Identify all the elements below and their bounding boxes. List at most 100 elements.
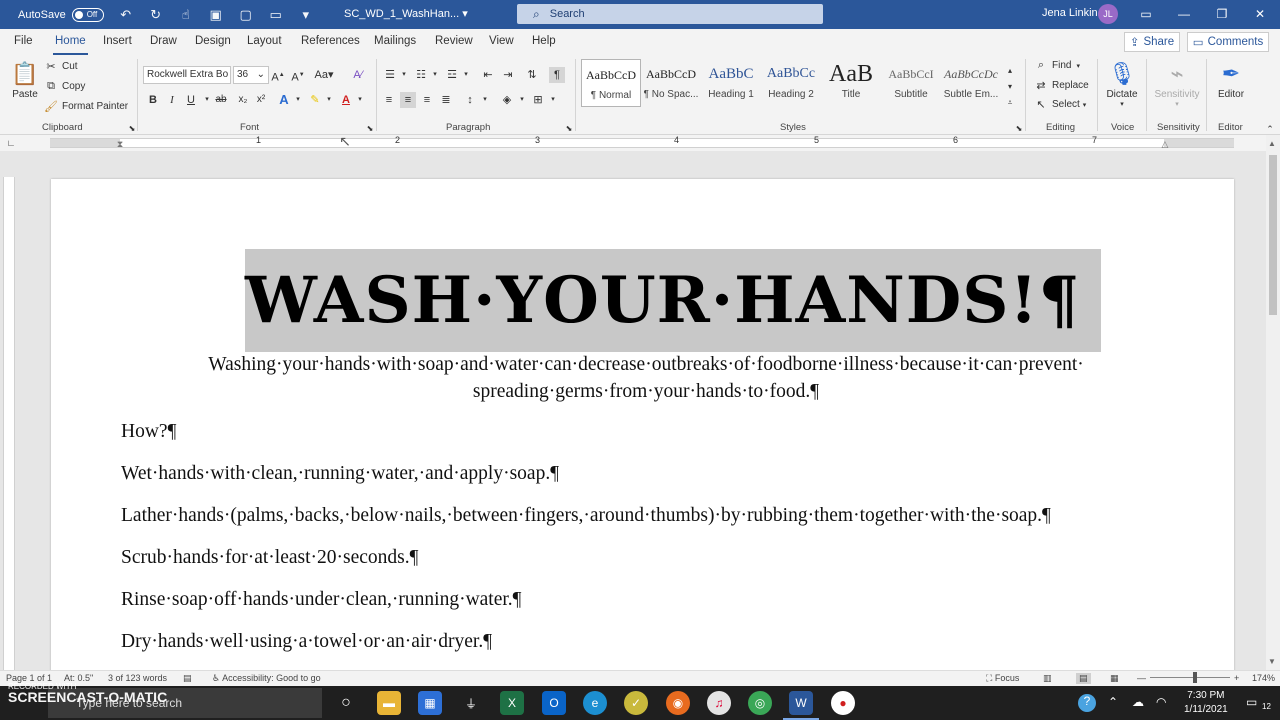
chevron-down-icon[interactable]: ▾ — [290, 92, 306, 108]
vertical-scrollbar[interactable]: ▲ ▼ — [1266, 135, 1280, 670]
dictate-button[interactable]: 🎙 Dictate ▾ — [1103, 59, 1141, 108]
new-document-icon[interactable]: ▢ — [238, 7, 254, 23]
chevron-down-icon[interactable]: ▾ — [545, 92, 561, 108]
tab-home[interactable]: Home — [53, 35, 88, 55]
undo-icon[interactable]: ↶ — [118, 7, 134, 23]
focus-button[interactable]: ⛶ Focus — [986, 673, 1019, 684]
autosave-toggle[interactable]: Off — [71, 7, 104, 22]
zoom-level[interactable]: 174% — [1252, 673, 1275, 683]
cut-button[interactable]: ✂ Cut — [44, 60, 77, 73]
show-formatting-icon[interactable]: ¶ — [549, 67, 565, 83]
tab-view[interactable]: View — [489, 35, 514, 47]
recorder-icon[interactable]: ● — [831, 691, 855, 715]
scroll-down-icon[interactable]: ▼ — [1268, 657, 1276, 666]
chevron-down-icon[interactable]: ▾ — [427, 67, 443, 83]
intro-paragraph[interactable]: Washing·your·hands·with·soap·and·water·c… — [131, 351, 1161, 405]
clear-formatting-icon[interactable]: A⁄ — [350, 67, 366, 83]
print-layout-icon[interactable]: ▤ — [1076, 673, 1091, 684]
ribbon-display-options-icon[interactable]: ▭ — [1134, 4, 1158, 24]
chevron-down-icon[interactable]: ▾ — [396, 67, 412, 83]
document-page[interactable]: WASH·YOUR·HANDS!¶ Washing·your·hands·wit… — [51, 179, 1234, 670]
tab-insert[interactable]: Insert — [103, 35, 132, 47]
save-icon[interactable]: ▣ — [208, 7, 224, 23]
tab-review[interactable]: Review — [435, 35, 473, 47]
replace-button[interactable]: ⇄ Replace — [1034, 79, 1088, 92]
scroll-thumb[interactable] — [1269, 155, 1277, 315]
paste-button[interactable]: 📋 Paste — [8, 59, 42, 100]
tab-layout[interactable]: Layout — [247, 35, 282, 47]
chevron-up-icon[interactable]: ▴ — [1002, 63, 1018, 79]
right-indent-marker-icon[interactable]: △ — [1157, 136, 1173, 152]
firefox-icon[interactable]: ◉ — [666, 691, 690, 715]
align-right-icon[interactable]: ≡ — [419, 92, 435, 108]
decrease-indent-icon[interactable]: ⇤ — [480, 67, 496, 83]
clock[interactable]: 7:30 PM 1/11/2021 — [1184, 689, 1228, 717]
style-heading-2[interactable]: AaBbCc Heading 2 — [761, 59, 821, 107]
share-button[interactable]: ⇪ Share — [1124, 32, 1180, 52]
superscript-icon[interactable]: x² — [253, 92, 269, 108]
paragraph[interactable]: Rinse·soap·off·hands·under·clean,·runnin… — [121, 589, 522, 611]
bold-icon[interactable]: B — [145, 92, 161, 108]
redo-icon[interactable]: ↻ — [148, 7, 164, 23]
shading-icon[interactable]: ◈ — [499, 92, 515, 108]
network-icon[interactable]: ⏚ — [459, 691, 483, 715]
style-heading-1[interactable]: AaBbC Heading 1 — [701, 59, 761, 107]
touch-mode-icon[interactable]: ☝ — [178, 7, 194, 23]
italic-icon[interactable]: I — [164, 92, 180, 108]
read-mode-icon[interactable]: ▥ — [1043, 673, 1052, 684]
select-button[interactable]: ↖ Select ▾ — [1034, 98, 1086, 111]
chevron-down-icon[interactable]: ▾ — [1002, 79, 1018, 95]
norton-icon[interactable]: ✓ — [624, 691, 648, 715]
paragraph[interactable]: Lather·hands·(palms,·backs,·below·nails,… — [121, 505, 1051, 527]
horizontal-ruler[interactable]: ∟ 1 2 3 4 5 6 7 ⧗ △ ↖ — [0, 133, 1266, 152]
align-center-icon[interactable]: ≡ — [400, 92, 416, 108]
align-left-icon[interactable]: ≡ — [381, 92, 397, 108]
edge-icon[interactable]: e — [583, 691, 607, 715]
close-icon[interactable]: ✕ — [1248, 4, 1272, 24]
chevron-down-icon[interactable]: ▾ — [477, 92, 493, 108]
open-folder-icon[interactable]: ▭ — [268, 7, 284, 23]
outlook-icon[interactable]: O — [542, 691, 566, 715]
copy-button[interactable]: ⧉ Copy — [44, 80, 85, 93]
increase-indent-icon[interactable]: ⇥ — [500, 67, 516, 83]
tab-selector-icon[interactable]: ∟ — [3, 135, 19, 151]
style-title[interactable]: AaB Title — [821, 59, 881, 107]
find-button[interactable]: ⌕ Find ▾ — [1034, 59, 1080, 72]
excel-icon[interactable]: X — [500, 691, 524, 715]
tab-mailings[interactable]: Mailings — [374, 35, 416, 47]
style-no-spacing[interactable]: AaBbCcD ¶ No Spac... — [641, 59, 701, 107]
font-name-box[interactable]: Rockwell Extra Bo — [143, 66, 231, 84]
underline-icon[interactable]: U — [183, 92, 199, 108]
ruler-track[interactable] — [50, 138, 1234, 148]
chevron-down-icon[interactable]: ▾ — [321, 92, 337, 108]
grow-font-icon[interactable]: A▲ — [270, 67, 286, 84]
subscript-icon[interactable]: x₂ — [235, 92, 251, 108]
chevron-down-icon[interactable]: ▾ — [352, 92, 368, 108]
document-heading[interactable]: WASH·YOUR·HANDS!¶ — [245, 251, 1115, 351]
paragraph[interactable]: Wet·hands·with·clean,·running·water,·and… — [121, 463, 559, 485]
style-subtle-emphasis[interactable]: AaBbCcDc Subtle Em... — [941, 59, 1001, 107]
scroll-up-icon[interactable]: ▲ — [1268, 139, 1276, 148]
wifi-icon[interactable]: ◠ — [1156, 695, 1166, 709]
help-icon[interactable]: ? — [1078, 694, 1096, 712]
document-canvas[interactable]: WASH·YOUR·HANDS!¶ Washing·your·hands·wit… — [0, 151, 1266, 670]
sort-icon[interactable]: ⇅ — [524, 67, 540, 83]
calculator-icon[interactable]: ▦ — [418, 691, 442, 715]
avatar[interactable]: JL — [1098, 4, 1118, 24]
strikethrough-icon[interactable]: ab — [213, 92, 229, 108]
search-box[interactable]: ⌕ Search — [517, 4, 823, 24]
onedrive-icon[interactable]: ☁ — [1132, 695, 1144, 709]
format-painter-button[interactable]: 🖌 Format Painter — [44, 100, 128, 113]
accessibility-status[interactable]: ♿ Accessibility: Good to go — [212, 673, 321, 684]
minimize-icon[interactable]: — — [1172, 4, 1196, 24]
tab-design[interactable]: Design — [195, 35, 231, 47]
web-layout-icon[interactable]: ▦ — [1110, 673, 1119, 684]
show-hidden-icons-icon[interactable]: ⌃ — [1108, 695, 1118, 709]
style-normal[interactable]: AaBbCcD ¶ Normal — [581, 59, 641, 107]
customize-toolbar-icon[interactable]: ▾ — [298, 7, 314, 23]
tab-file[interactable]: File — [14, 35, 33, 47]
user-name[interactable]: Jena Linkin — [1042, 7, 1098, 19]
justify-icon[interactable]: ≣ — [438, 92, 454, 108]
font-size-box[interactable]: 36 ⌄ — [233, 66, 269, 84]
editor-button[interactable]: ✒ Editor — [1212, 59, 1250, 100]
